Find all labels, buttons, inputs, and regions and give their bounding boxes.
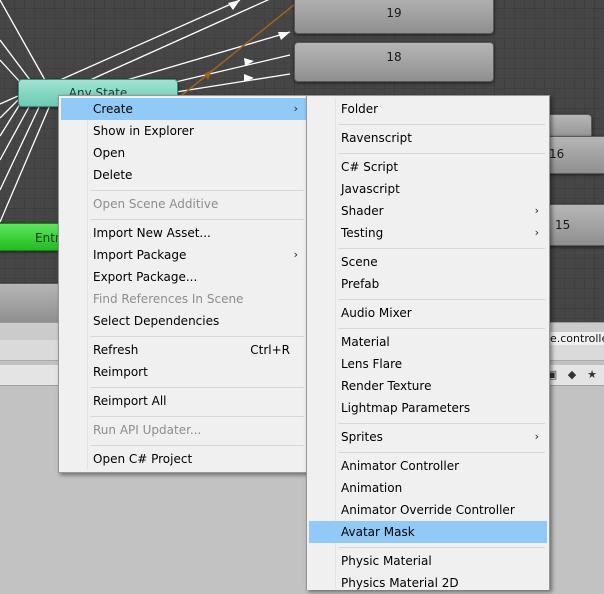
- menu-separator: [339, 153, 545, 154]
- menu-separator: [339, 547, 545, 548]
- menu-item-select-dependencies[interactable]: Select Dependencies: [61, 310, 306, 332]
- submenu-item-csharp-script[interactable]: C# Script: [309, 156, 547, 178]
- submenu-item-render-texture[interactable]: Render Texture: [309, 375, 547, 397]
- submenu-item-audio-mixer[interactable]: Audio Mixer: [309, 302, 547, 324]
- submenu-arrow-icon: ›: [293, 102, 298, 115]
- submenu-item-animator-override-controller[interactable]: Animator Override Controller: [309, 499, 547, 521]
- menu-item-label: Testing: [341, 226, 384, 240]
- submenu-arrow-icon: ›: [293, 248, 298, 261]
- submenu-item-sprites[interactable]: Sprites ›: [309, 426, 547, 448]
- menu-item-reimport[interactable]: Reimport: [61, 361, 306, 383]
- menu-item-open[interactable]: Open: [61, 142, 306, 164]
- submenu-item-physics-material-2d[interactable]: Physics Material 2D: [309, 572, 547, 594]
- menu-separator: [91, 190, 304, 191]
- menu-separator: [339, 423, 545, 424]
- menu-item-reimport-all[interactable]: Reimport All: [61, 390, 306, 412]
- submenu-arrow-icon: ›: [534, 204, 539, 217]
- menu-item-import-package[interactable]: Import Package ›: [61, 244, 306, 266]
- menu-item-label: Shader: [341, 204, 384, 218]
- menu-separator: [91, 387, 304, 388]
- menu-separator: [339, 248, 545, 249]
- submenu-item-avatar-mask[interactable]: Avatar Mask: [309, 521, 547, 543]
- menu-separator: [339, 328, 545, 329]
- submenu-item-physic-material[interactable]: Physic Material: [309, 550, 547, 572]
- submenu-item-scene[interactable]: Scene: [309, 251, 547, 273]
- menu-separator: [339, 124, 545, 125]
- menu-item-export-package[interactable]: Export Package...: [61, 266, 306, 288]
- menu-item-delete[interactable]: Delete: [61, 164, 306, 186]
- menu-separator: [91, 445, 304, 446]
- submenu-item-animation[interactable]: Animation: [309, 477, 547, 499]
- submenu-item-shader[interactable]: Shader ›: [309, 200, 547, 222]
- star-icon[interactable]: ★: [584, 368, 600, 382]
- menu-item-open-csharp-project[interactable]: Open C# Project: [61, 448, 306, 470]
- asset-context-menu: Create › Show in Explorer Open Delete Op…: [58, 95, 309, 473]
- menu-item-label: Import Package: [93, 248, 187, 262]
- menu-item-show-in-explorer[interactable]: Show in Explorer: [61, 120, 306, 142]
- submenu-item-folder[interactable]: Folder: [309, 98, 547, 120]
- controller-path-label: e.controller: [548, 332, 604, 345]
- menu-item-create[interactable]: Create ›: [61, 98, 306, 120]
- menu-item-import-new-asset[interactable]: Import New Asset...: [61, 222, 306, 244]
- menu-item-label: Sprites: [341, 430, 383, 444]
- menu-item-find-references: Find References In Scene: [93, 292, 244, 306]
- create-submenu: Folder Ravenscript C# Script Javascript …: [306, 95, 550, 590]
- menu-item-run-api-updater: Run API Updater...: [93, 423, 202, 437]
- submenu-item-testing[interactable]: Testing ›: [309, 222, 547, 244]
- submenu-item-material[interactable]: Material: [309, 331, 547, 353]
- tag-icon[interactable]: ◆: [564, 368, 580, 382]
- state-node-18[interactable]: 18: [294, 42, 494, 82]
- submenu-item-lens-flare[interactable]: Lens Flare: [309, 353, 547, 375]
- submenu-arrow-icon: ›: [534, 430, 539, 443]
- state-node-19[interactable]: 19: [294, 0, 494, 34]
- submenu-item-lightmap-parameters[interactable]: Lightmap Parameters: [309, 397, 547, 419]
- menu-separator: [91, 416, 304, 417]
- menu-item-refresh[interactable]: Refresh Ctrl+R: [61, 339, 306, 361]
- submenu-item-javascript[interactable]: Javascript: [309, 178, 547, 200]
- submenu-item-ravenscript[interactable]: Ravenscript: [309, 127, 547, 149]
- shortcut-label: Ctrl+R: [250, 343, 290, 357]
- menu-separator: [339, 452, 545, 453]
- menu-item-label: Create: [93, 102, 133, 116]
- menu-separator: [91, 219, 304, 220]
- menu-item-label: Refresh: [93, 343, 139, 357]
- menu-separator: [339, 299, 545, 300]
- menu-separator: [91, 336, 304, 337]
- submenu-item-animator-controller[interactable]: Animator Controller: [309, 455, 547, 477]
- submenu-item-prefab[interactable]: Prefab: [309, 273, 547, 295]
- menu-item-open-scene-additive: Open Scene Additive: [93, 197, 219, 211]
- submenu-arrow-icon: ›: [534, 226, 539, 239]
